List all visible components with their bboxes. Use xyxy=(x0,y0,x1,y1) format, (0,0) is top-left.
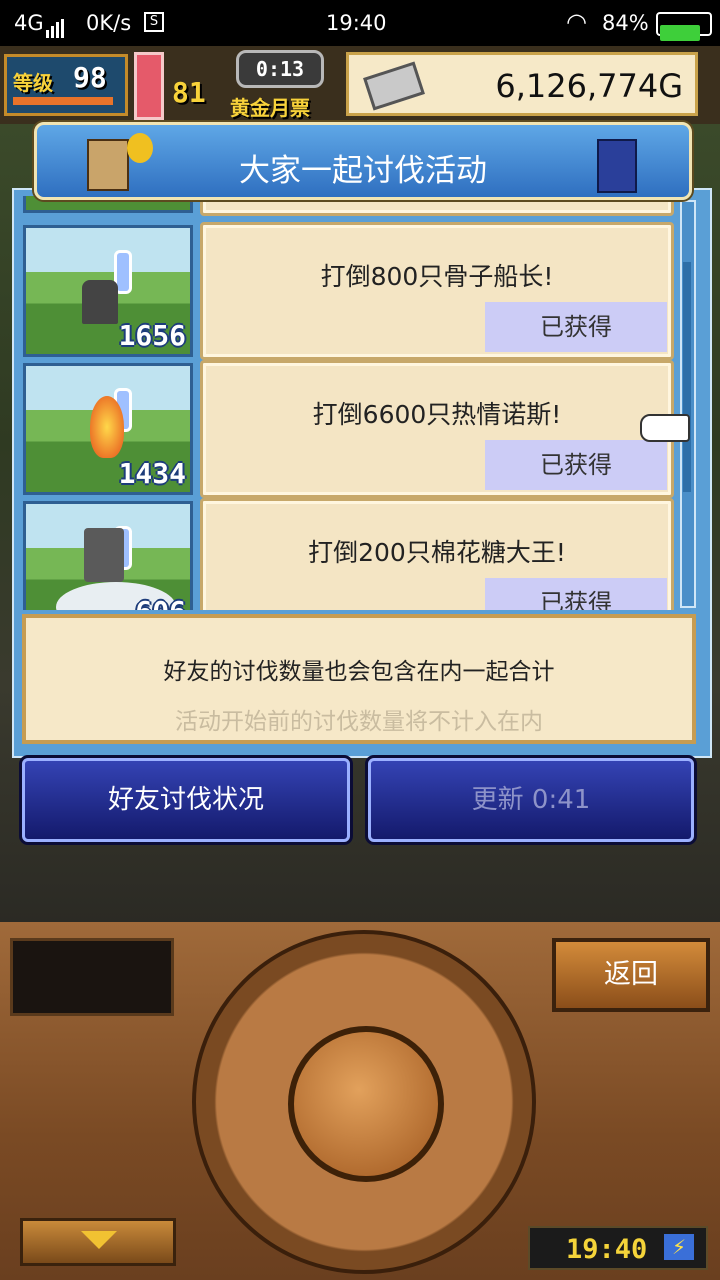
status-time: 19:40 xyxy=(326,11,387,35)
fire-monster-icon xyxy=(90,396,124,458)
pointing-hand-icon xyxy=(640,414,690,442)
level-value: 98 xyxy=(73,61,107,94)
mission-card: 打倒6600只热情诺斯! 已获得 xyxy=(200,360,674,498)
list-item: 606 打倒200只棉花糖大王! 已获得 xyxy=(20,498,676,610)
chick-sprite-icon xyxy=(127,133,153,163)
mission-card: 打倒200只棉花糖大王! 已获得 xyxy=(200,498,674,610)
mission-text: 打倒200只棉花糖大王! xyxy=(308,538,566,567)
gold-box: 6,126,774G xyxy=(346,52,698,116)
stat-value: 81 xyxy=(172,76,206,109)
list-item: 1434 打倒6600只热情诺斯! 已获得 xyxy=(20,360,676,498)
battery-percent: 84% xyxy=(602,11,649,35)
app-icon: S xyxy=(144,12,164,32)
power-gauge xyxy=(134,52,164,120)
mission-card: 打倒800只骨子船长! 已获得 xyxy=(200,222,674,360)
monster-thumbnail: 606 xyxy=(23,501,193,610)
net-speed: 0K/s xyxy=(86,11,132,35)
menu-down-button[interactable] xyxy=(20,1218,176,1266)
kill-count: 1434 xyxy=(118,457,186,490)
mission-text: 打倒6600只热情诺斯! xyxy=(312,400,562,429)
list-item: 1656 打倒800只骨子船长! 已获得 xyxy=(20,222,676,360)
kill-count: 1656 xyxy=(118,319,186,352)
ticket-label[interactable]: 黄金月票 xyxy=(230,92,310,121)
gold-amount: 6,126,774G xyxy=(495,67,683,105)
knight-icon xyxy=(84,528,124,582)
status-badge[interactable]: 已获得 xyxy=(485,302,667,352)
mission-list[interactable]: 1656 打倒800只骨子船长! 已获得 1434 打倒6600只热情诺斯! 已… xyxy=(20,196,676,610)
status-bar: 4G 0K/s S 19:40 ◠ 84% xyxy=(0,0,720,46)
level-label: 等级 xyxy=(13,71,53,95)
scrollbar-thumb[interactable] xyxy=(683,262,691,492)
hero-sprite-icon xyxy=(87,139,129,191)
status-badge[interactable]: 已获得 xyxy=(485,578,667,610)
skeleton-captain-icon xyxy=(82,280,118,324)
panel-title-bar: 大家一起讨伐活动 xyxy=(34,122,692,200)
dark-slot xyxy=(10,938,174,1016)
battery-icon xyxy=(656,12,712,41)
level-box: 等级 98 xyxy=(4,54,128,116)
refresh-button[interactable]: 更新 0:41 xyxy=(368,758,694,842)
friend-status-button[interactable]: 好友讨伐状况 xyxy=(22,758,350,842)
arrow-down-icon xyxy=(81,1231,117,1249)
note-line-1: 好友的讨伐数量也会包含在内一起合计 xyxy=(163,659,555,685)
ninja-sprite-icon xyxy=(597,139,637,193)
note-line-2: 活动开始前的讨伐数量将不计入在内 xyxy=(175,709,543,735)
status-badge[interactable]: 已获得 xyxy=(485,440,667,490)
charging-icon: ⚡ xyxy=(664,1234,694,1260)
dial-center-button[interactable] xyxy=(288,1026,444,1182)
gold-bar-icon xyxy=(363,61,425,111)
back-button[interactable]: 返回 xyxy=(552,938,710,1012)
network-type: 4G xyxy=(14,11,44,35)
mission-text: 打倒800只骨子船长! xyxy=(320,262,554,291)
signal-icon xyxy=(46,14,66,38)
wifi-icon: ◠ xyxy=(566,8,587,36)
timer-badge: 0:13 xyxy=(236,50,324,88)
exp-bar xyxy=(13,97,113,105)
monster-thumbnail: 1434 xyxy=(23,363,193,495)
info-note: 好友的讨伐数量也会包含在内一起合计 活动开始前的讨伐数量将不计入在内 xyxy=(22,614,696,744)
kill-count: 606 xyxy=(135,595,186,610)
monster-thumbnail: 1656 xyxy=(23,225,193,357)
